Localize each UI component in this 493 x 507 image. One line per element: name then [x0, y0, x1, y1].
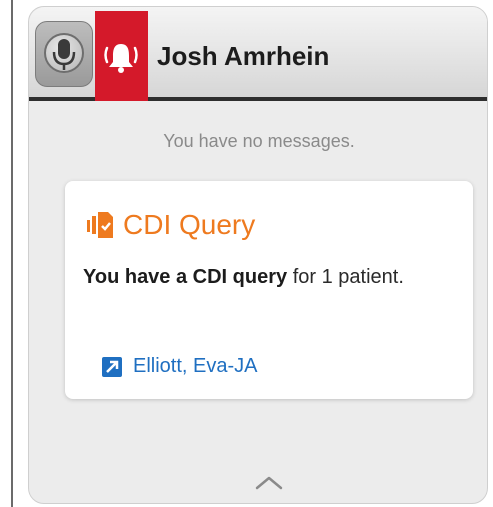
card-message-bold: You have a CDI query	[83, 266, 288, 288]
card-message: You have a CDI query for 1 patient.	[83, 261, 423, 293]
notifications-panel: Josh Amrhein You have no messages. CDI Q…	[28, 6, 488, 504]
card-title[interactable]: CDI Query	[85, 205, 255, 245]
card-title-text: CDI Query	[123, 209, 256, 240]
microphone-button[interactable]	[35, 21, 93, 87]
user-name: Josh Amrhein	[157, 41, 330, 71]
alerts-button[interactable]	[95, 11, 148, 101]
chevron-up-icon[interactable]	[253, 473, 285, 493]
microphone-icon	[52, 39, 76, 70]
patient-link-text: Elliott, Eva-JA	[133, 355, 258, 377]
card-message-rest: for 1 patient.	[287, 266, 404, 288]
document-query-icon	[87, 212, 113, 238]
patient-link[interactable]: Elliott, Eva-JA	[101, 355, 257, 378]
panel-header: Josh Amrhein	[29, 7, 487, 101]
alarm-bell-icon	[104, 44, 138, 73]
no-messages-text: You have no messages.	[163, 131, 355, 151]
open-link-icon	[102, 356, 122, 377]
cdi-query-card: CDI Query You have a CDI query for 1 pat…	[65, 181, 473, 399]
